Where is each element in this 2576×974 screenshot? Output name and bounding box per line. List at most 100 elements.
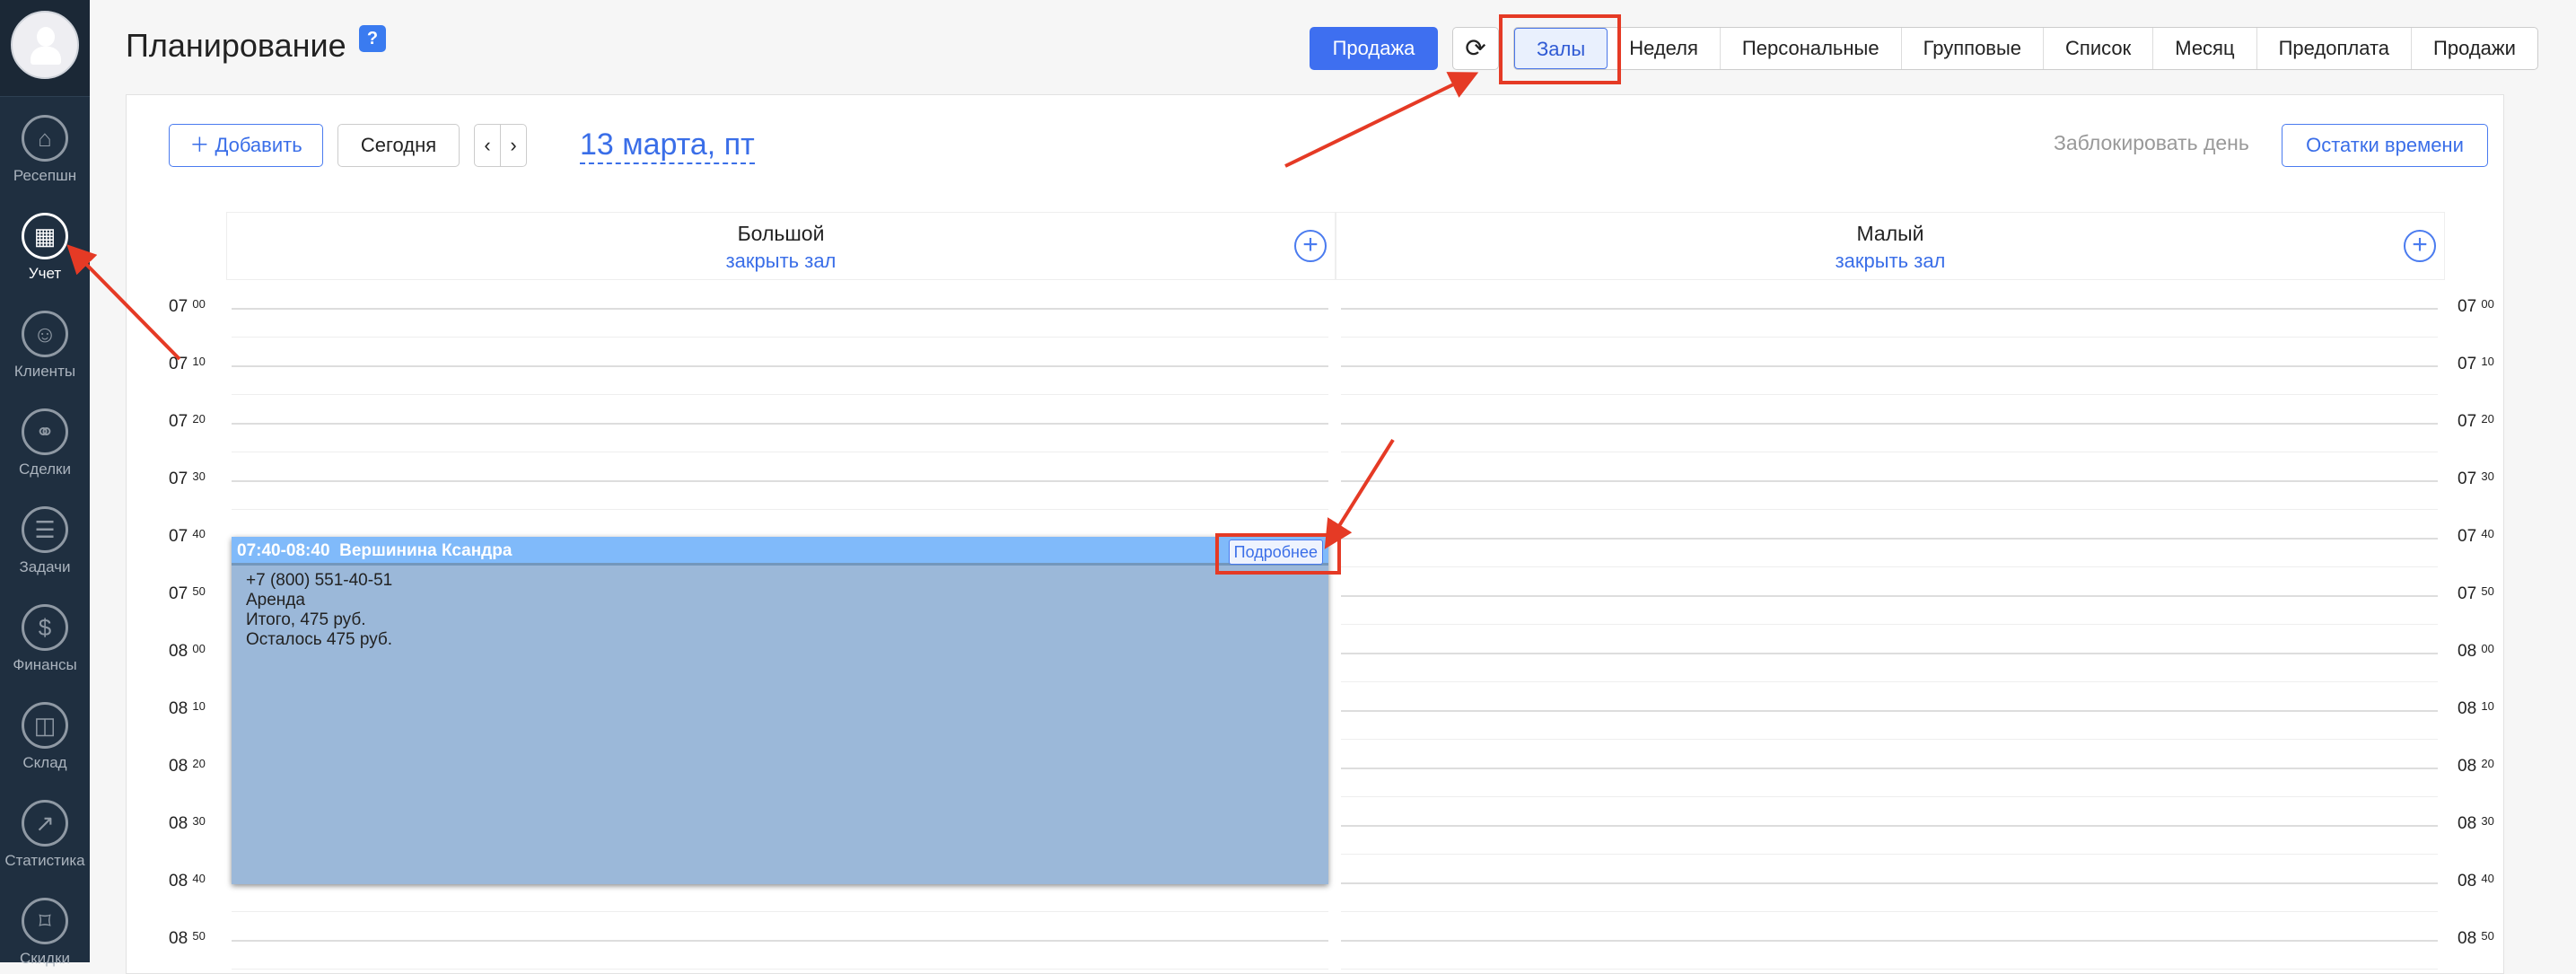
time-label: 08 20: [169, 757, 206, 776]
tab[interactable]: Персональные: [1721, 28, 1902, 69]
sidebar-item[interactable]: ⚭ Сделки: [0, 408, 90, 478]
time-label: 08 50: [169, 929, 206, 948]
sidebar-item[interactable]: ⌑ Скидки: [0, 898, 90, 968]
close-hall-link[interactable]: закрыть зал: [227, 250, 1335, 273]
half-slot-line: [1341, 509, 2438, 510]
add-booking-plus-icon[interactable]: +: [2404, 230, 2436, 262]
half-slot-line: [232, 509, 1328, 510]
booking-total: Итого, 475 руб.: [246, 610, 366, 629]
chevron-left-icon: ‹: [484, 134, 491, 156]
time-label: 08 20: [2458, 757, 2494, 776]
time-slot[interactable]: [1341, 423, 2438, 425]
tab[interactable]: Групповые: [1902, 28, 2045, 69]
today-button[interactable]: Сегодня: [337, 124, 460, 167]
half-slot-line: [232, 337, 1328, 338]
time-slot[interactable]: [232, 308, 1328, 310]
time-slot[interactable]: [1341, 365, 2438, 367]
time-label: 07 40: [169, 527, 206, 546]
time-slot[interactable]: [1341, 768, 2438, 769]
tasks-icon: ☰: [22, 506, 68, 553]
chevron-right-icon: ›: [510, 134, 517, 156]
hall-name: Большой: [737, 222, 825, 245]
help-button[interactable]: ?: [359, 25, 386, 52]
half-slot-line: [1341, 337, 2438, 338]
tab[interactable]: Список: [2044, 28, 2154, 69]
half-slot-line: [232, 969, 1328, 970]
time-label: 08 00: [2458, 642, 2494, 661]
time-label: 07 20: [2458, 412, 2494, 431]
time-left-button[interactable]: Остатки времени: [2282, 124, 2488, 167]
half-slot-line: [1341, 911, 2438, 912]
time-label: 07 00: [169, 297, 206, 316]
sale-button[interactable]: Продажа: [1310, 27, 1438, 70]
time-label: 07 50: [169, 584, 206, 603]
time-slot[interactable]: [1341, 882, 2438, 884]
time-slot[interactable]: [1341, 308, 2438, 310]
time-slot[interactable]: [232, 480, 1328, 482]
booking-card[interactable]: 07:40-08:40 Вершинина Ксандра Подробнее …: [232, 537, 1328, 884]
half-slot-line: [1341, 739, 2438, 740]
close-hall-link[interactable]: закрыть зал: [1336, 250, 2444, 273]
time-label: 08 30: [2458, 814, 2494, 833]
next-day-button[interactable]: ›: [500, 124, 527, 167]
tab[interactable]: Месяц: [2153, 28, 2257, 69]
booking-remaining: Осталось 475 руб.: [246, 630, 393, 649]
hall-header: Малый закрыть зал: [1336, 212, 2445, 280]
block-day-link[interactable]: Заблокировать день: [2054, 131, 2249, 155]
time-label: 08 40: [2458, 872, 2494, 891]
sidebar-item[interactable]: ☰ Задачи: [0, 506, 90, 576]
sidebar: ⌂ Ресепшн ▦ Учет ☺ Клиенты ⚭ Сделки ☰ Задачи $ Фина…: [0, 0, 90, 967]
time-label: 07 00: [2458, 297, 2494, 316]
tab[interactable]: Продажи: [2412, 28, 2537, 69]
prev-day-button[interactable]: ‹: [474, 124, 501, 167]
sidebar-item[interactable]: $ Финансы: [0, 604, 90, 674]
half-slot-line: [1341, 566, 2438, 567]
tab[interactable]: Неделя: [1608, 28, 1721, 69]
annotation-box: [1215, 533, 1341, 575]
time-label: 08 00: [169, 642, 206, 661]
sidebar-item[interactable]: ▦ Учет: [0, 213, 90, 283]
time-label: 07 10: [2458, 355, 2494, 373]
time-slot[interactable]: [1341, 538, 2438, 540]
time-slot[interactable]: [232, 940, 1328, 942]
half-slot-line: [1341, 394, 2438, 395]
sidebar-item[interactable]: ⌂ Ресепшн: [0, 115, 90, 185]
sidebar-item[interactable]: ↗ Статистика: [0, 800, 90, 870]
time-label: 07 20: [169, 412, 206, 431]
refresh-button[interactable]: ⟳: [1452, 27, 1499, 70]
time-slot[interactable]: [1341, 940, 2438, 942]
avatar[interactable]: [11, 11, 79, 79]
time-slot[interactable]: [1341, 653, 2438, 654]
time-label: 08 40: [169, 872, 206, 891]
time-slot[interactable]: [1341, 825, 2438, 827]
time-slot[interactable]: [232, 423, 1328, 425]
tab[interactable]: Предоплата: [2257, 28, 2413, 69]
view-tabs: Залы Неделя Персональные Групповые Список Мес…: [1513, 27, 2538, 70]
booking-type: Аренда: [246, 591, 305, 610]
time-slot[interactable]: [1341, 595, 2438, 597]
time-label: 07 30: [169, 469, 206, 488]
add-booking-plus-icon[interactable]: +: [1294, 230, 1327, 262]
time-slot[interactable]: [1341, 710, 2438, 712]
time-label: 08 50: [2458, 929, 2494, 948]
time-label: 07 30: [2458, 469, 2494, 488]
sidebar-item[interactable]: ☺ Клиенты: [0, 311, 90, 381]
date-picker[interactable]: 13 марта, пт: [580, 127, 755, 164]
sidebar-item[interactable]: ◫ Склад: [0, 702, 90, 772]
half-slot-line: [1341, 624, 2438, 625]
tag-icon: ⌑: [22, 898, 68, 944]
add-button[interactable]: ＋ Добавить: [169, 124, 323, 167]
half-slot-line: [1341, 969, 2438, 970]
half-slot-line: [1341, 681, 2438, 682]
time-slot[interactable]: [232, 365, 1328, 367]
half-slot-line: [232, 911, 1328, 912]
box-icon: ◫: [22, 702, 68, 749]
time-label: 07 10: [169, 355, 206, 373]
annotation-box: [1499, 14, 1621, 84]
half-slot-line: [1341, 854, 2438, 855]
time-label: 07 50: [2458, 584, 2494, 603]
time-slot[interactable]: [1341, 480, 2438, 482]
half-slot-line: [232, 394, 1328, 395]
booking-phone: +7 (800) 551-40-51: [246, 571, 393, 590]
hall-header: Большой закрыть зал: [226, 212, 1336, 280]
